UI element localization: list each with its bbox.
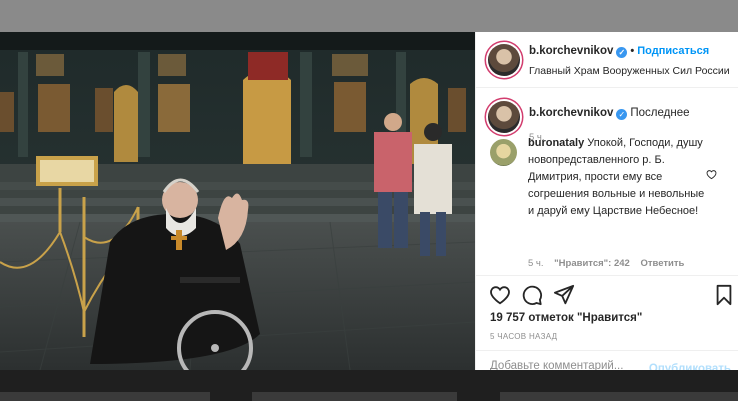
feed-thumbnail[interactable] bbox=[500, 392, 738, 401]
post-photo[interactable] bbox=[0, 32, 475, 370]
feed-thumbnail[interactable] bbox=[0, 392, 210, 401]
caption-username[interactable]: b.korchevnikov bbox=[529, 107, 613, 119]
verified-icon: ✓ bbox=[616, 47, 628, 58]
author-header-line: b.korchevnikov ✓ • Подписаться bbox=[529, 45, 709, 58]
comment-time[interactable]: 5 ч. bbox=[528, 258, 544, 269]
post-image bbox=[0, 32, 475, 370]
author-avatar[interactable] bbox=[488, 44, 520, 76]
comment-icon[interactable] bbox=[521, 284, 543, 306]
reply-button[interactable]: Ответить bbox=[640, 258, 684, 269]
likes-count[interactable]: 19 757 отметок "Нравится" bbox=[490, 312, 642, 324]
post-location[interactable]: Главный Храм Вооруженных Сил России bbox=[529, 65, 730, 77]
comment-username[interactable]: buronataly bbox=[528, 137, 584, 149]
post-side-panel: b.korchevnikov ✓ • Подписаться Главный Храм… bbox=[475, 32, 738, 375]
caption-avatar[interactable] bbox=[488, 101, 520, 133]
follow-button[interactable]: Подписаться bbox=[637, 45, 709, 57]
modal-backdrop-top[interactable] bbox=[0, 0, 738, 32]
caption-line: b.korchevnikov ✓ Последнее bbox=[529, 107, 690, 120]
comment-body: buronataly Упокой, Господи, душу новопре… bbox=[528, 135, 708, 220]
heart-icon[interactable] bbox=[489, 284, 511, 306]
commenter-avatar[interactable] bbox=[490, 139, 517, 166]
comment-text: Упокой, Господи, душу новопредставленног… bbox=[528, 137, 705, 217]
feed-thumbnail[interactable] bbox=[252, 392, 457, 401]
post-actions: 19 757 отметок "Нравится" 5 ЧАСОВ НАЗАД bbox=[476, 275, 738, 345]
caption-text: Последнее bbox=[630, 107, 690, 119]
verified-icon: ✓ bbox=[616, 109, 628, 120]
author-username[interactable]: b.korchevnikov bbox=[529, 45, 613, 57]
separator-dot: • bbox=[630, 45, 635, 57]
share-icon[interactable] bbox=[553, 284, 575, 306]
comment-like-heart-icon[interactable] bbox=[706, 169, 717, 180]
post-date[interactable]: 5 ЧАСОВ НАЗАД bbox=[490, 332, 557, 341]
comments-list[interactable]: b.korchevnikov ✓ Последнее 5 ч. buronataly… bbox=[476, 89, 738, 275]
post-header: b.korchevnikov ✓ • Подписаться Главный Храм… bbox=[476, 32, 738, 88]
bookmark-icon[interactable] bbox=[713, 284, 735, 306]
comment-likes-count[interactable]: "Нравится": 242 bbox=[554, 258, 630, 269]
comment-meta: 5 ч. "Нравится": 242 Ответить bbox=[528, 258, 692, 269]
